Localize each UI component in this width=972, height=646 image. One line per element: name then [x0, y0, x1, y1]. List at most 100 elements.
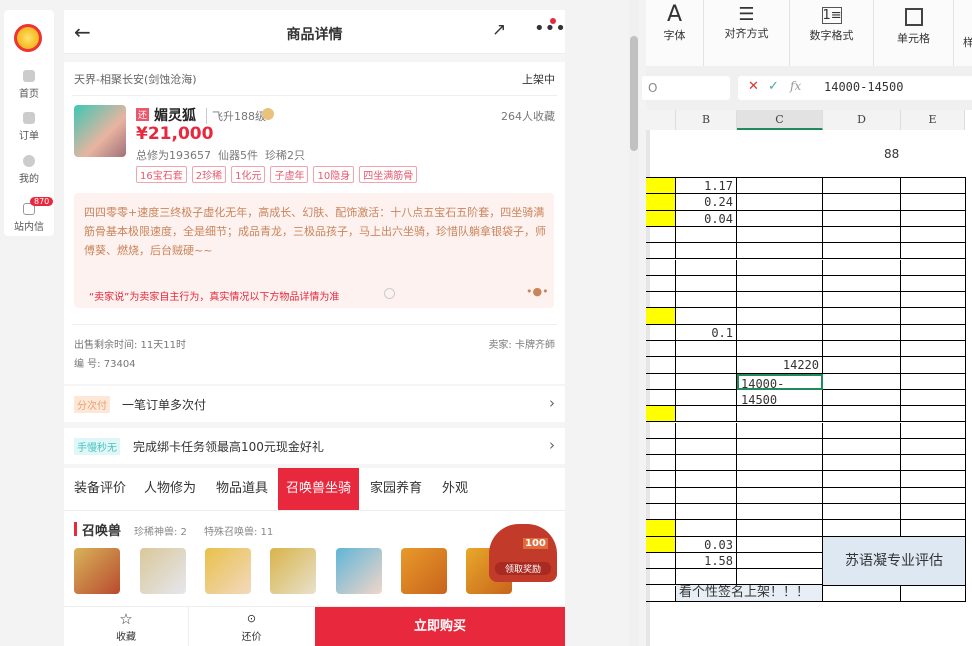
cell[interactable] — [737, 520, 823, 537]
info-icon[interactable] — [262, 108, 274, 120]
cell[interactable] — [676, 455, 737, 472]
sidebar-item-home[interactable]: 首页 — [4, 70, 54, 100]
cell[interactable] — [646, 341, 676, 358]
cell[interactable] — [823, 275, 901, 293]
cell[interactable] — [823, 324, 901, 341]
cell[interactable] — [646, 504, 676, 521]
cell[interactable]: 1.17 — [676, 178, 737, 195]
cell[interactable] — [901, 341, 966, 358]
cell[interactable] — [646, 585, 676, 602]
function-icon[interactable]: fx — [790, 79, 801, 93]
cell[interactable] — [646, 569, 676, 586]
summon-icon[interactable] — [401, 548, 447, 594]
buy-now-button[interactable]: 立即购买 — [315, 607, 565, 646]
cell[interactable] — [646, 226, 676, 244]
cell[interactable] — [737, 324, 823, 341]
cell[interactable] — [646, 438, 676, 456]
cell[interactable] — [823, 226, 901, 244]
cell[interactable] — [676, 504, 737, 521]
cell[interactable] — [901, 357, 966, 374]
cell[interactable] — [737, 259, 823, 276]
cell[interactable]: 0.03 — [676, 536, 737, 553]
cell[interactable] — [676, 389, 737, 407]
cell[interactable] — [901, 585, 966, 602]
cell[interactable] — [646, 406, 676, 423]
cell[interactable] — [676, 275, 737, 293]
cell[interactable] — [737, 552, 823, 570]
cell[interactable] — [823, 194, 901, 211]
favorite-button[interactable]: ☆ 收藏 — [64, 607, 189, 646]
tab-summons-mounts[interactable]: 召唤兽坐骑 — [278, 468, 360, 510]
tab-home[interactable]: 家园养育 — [370, 468, 422, 510]
help-icon[interactable] — [384, 288, 395, 299]
cell[interactable] — [737, 504, 823, 521]
cell[interactable] — [737, 438, 823, 456]
cell[interactable] — [901, 504, 966, 521]
selected-cell[interactable]: 14000-14500 — [737, 373, 823, 407]
cell[interactable] — [737, 536, 823, 553]
summon-icon[interactable] — [140, 548, 186, 594]
cell[interactable] — [737, 275, 823, 293]
cell[interactable] — [901, 275, 966, 293]
cell[interactable] — [823, 455, 901, 472]
cell[interactable] — [676, 569, 737, 586]
cell[interactable] — [901, 520, 966, 537]
cell[interactable]: 0.24 — [676, 194, 737, 211]
cell[interactable] — [901, 455, 966, 472]
cell[interactable] — [823, 292, 901, 309]
sidebar-item-mine[interactable]: 我的 — [4, 155, 54, 185]
cell[interactable] — [823, 438, 901, 456]
cell[interactable] — [676, 520, 737, 537]
cell[interactable] — [676, 471, 737, 488]
cell[interactable] — [901, 194, 966, 211]
cell[interactable] — [823, 243, 901, 260]
cell[interactable] — [737, 569, 823, 586]
cell[interactable] — [901, 178, 966, 195]
cell[interactable] — [646, 471, 676, 488]
cell[interactable] — [646, 292, 676, 309]
cell[interactable] — [676, 308, 737, 325]
tab-items[interactable]: 物品道具 — [216, 468, 268, 510]
reward-widget[interactable]: 100 领取奖励 — [489, 524, 557, 582]
cell[interactable] — [737, 422, 823, 439]
bargain-button[interactable]: ⊙ 还价 — [189, 607, 314, 646]
cell[interactable] — [737, 292, 823, 309]
cell[interactable] — [676, 406, 737, 423]
cell[interactable] — [823, 373, 901, 390]
cell[interactable] — [646, 422, 676, 439]
cell[interactable] — [676, 373, 737, 390]
cell[interactable] — [737, 210, 823, 227]
cell[interactable] — [646, 308, 676, 325]
ribbon-align[interactable]: ☰ 对齐方式 — [704, 0, 790, 66]
cell[interactable] — [646, 373, 676, 390]
cell[interactable] — [737, 243, 823, 260]
cell[interactable] — [676, 422, 737, 439]
cell[interactable] — [646, 259, 676, 276]
ribbon-cells[interactable]: 单元格 — [874, 0, 954, 66]
sidebar-item-messages[interactable]: 站内信 870 — [4, 197, 54, 233]
cell[interactable] — [646, 536, 676, 553]
cell[interactable]: 1.58 — [676, 552, 737, 570]
cell[interactable] — [737, 455, 823, 472]
cell[interactable] — [676, 243, 737, 260]
cell[interactable] — [646, 194, 676, 211]
cell[interactable] — [676, 487, 737, 504]
column-header-a[interactable] — [646, 110, 676, 130]
cell[interactable] — [737, 341, 823, 358]
cell[interactable] — [823, 308, 901, 325]
cell[interactable] — [901, 243, 966, 260]
promo-card-binding[interactable]: 手慢秒无 完成绑卡任务领最高100元现金好礼 › — [64, 428, 565, 464]
cell[interactable] — [901, 210, 966, 227]
cell[interactable] — [737, 178, 823, 195]
cell[interactable] — [823, 210, 901, 227]
cell[interactable] — [823, 585, 901, 602]
cell[interactable] — [823, 389, 901, 407]
cell[interactable] — [823, 178, 901, 195]
cell[interactable] — [646, 275, 676, 293]
cell[interactable] — [646, 210, 676, 227]
cell[interactable] — [901, 373, 966, 390]
cell[interactable] — [823, 341, 901, 358]
summon-icon[interactable] — [205, 548, 251, 594]
cell[interactable] — [676, 341, 737, 358]
promo-installment[interactable]: 分次付 一笔订单多次付 › — [64, 386, 565, 422]
